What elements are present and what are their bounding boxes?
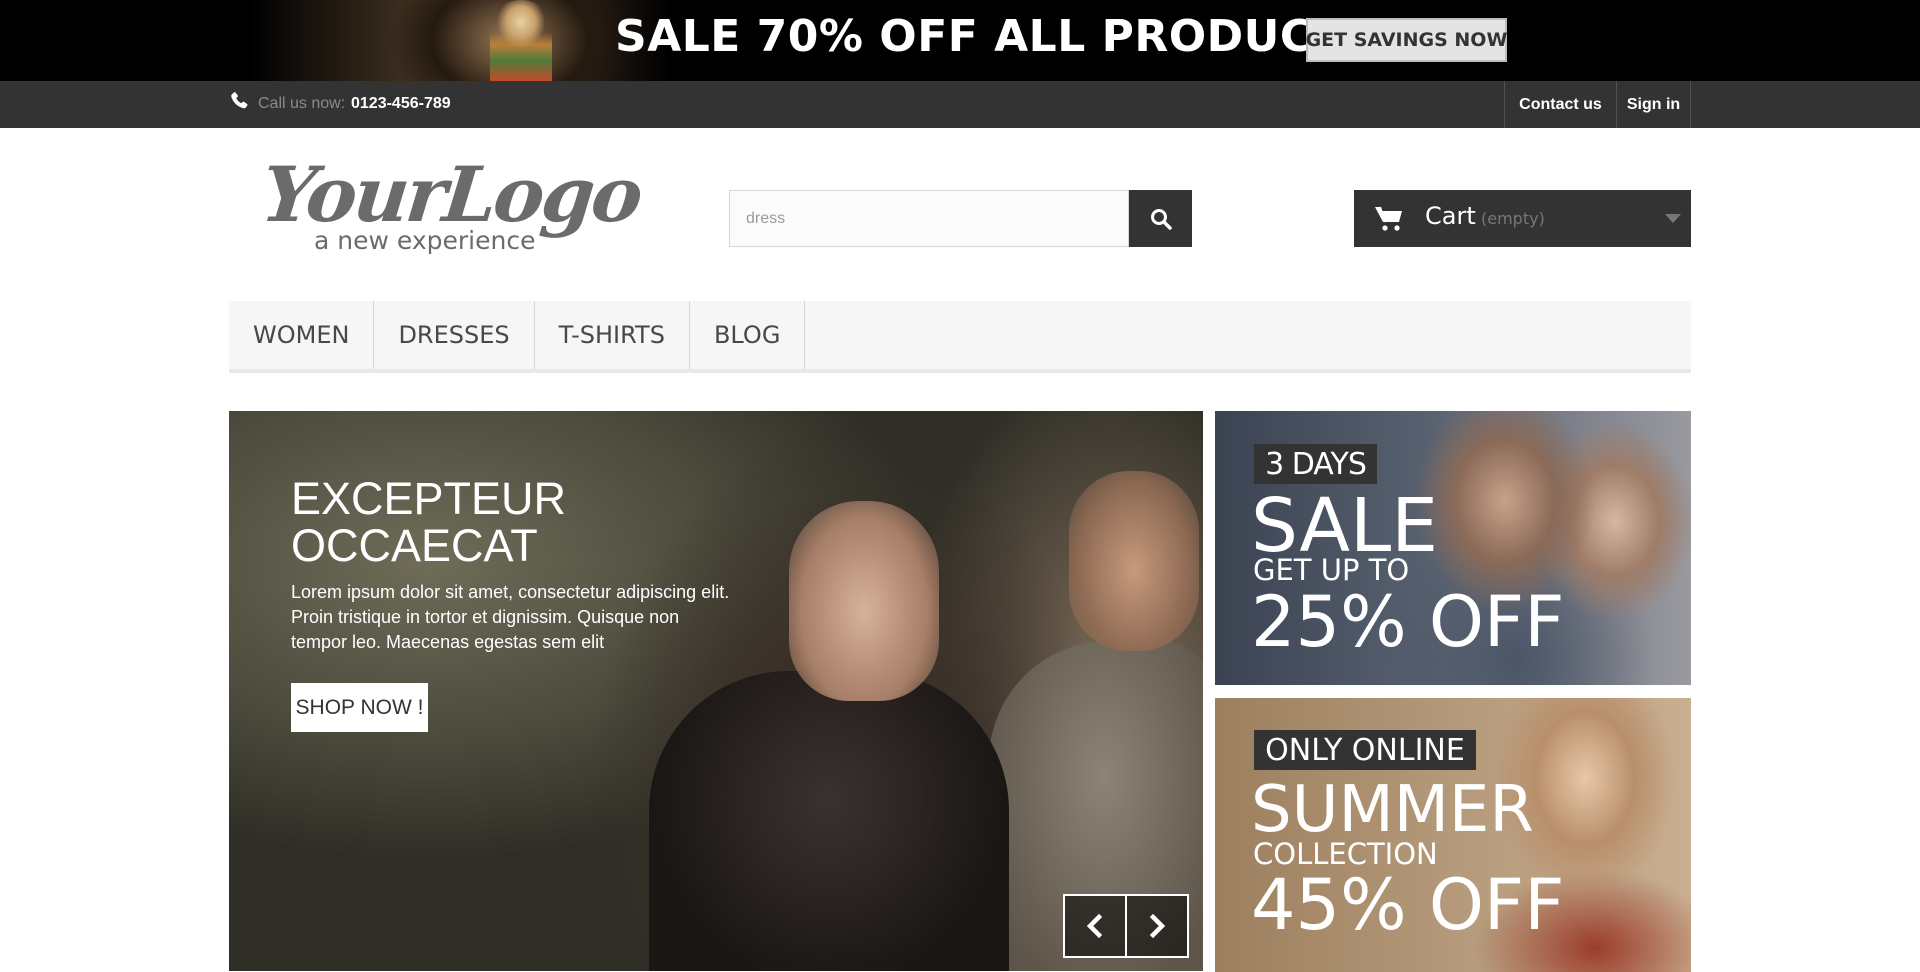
slide-description: Lorem ipsum dolor sit amet, consectetur … [291,582,730,652]
promo-banner-image [250,0,670,81]
search-icon [1150,208,1172,230]
contact-us-link[interactable]: Contact us [1504,81,1616,128]
slider-image-man-face [1069,471,1199,651]
slide-title: EXCEPTEUR OCCAECAT [291,473,567,571]
logo-tagline: a new experience [314,226,536,255]
promo-text: SALE 70% OFF ALL PRODUCTS [615,11,1376,62]
call-us-label: Call us now: [258,95,346,112]
phone-icon [231,92,248,109]
cart-status: (empty) [1481,209,1545,228]
banner-headline: SALE [1251,483,1438,569]
phone-number: 0123-456-789 [351,95,451,112]
shop-now-button[interactable]: SHOP NOW ! [291,683,428,732]
sign-in-link[interactable]: Sign in [1616,81,1691,128]
menu-item-t-shirts[interactable]: T-SHIRTS [535,301,690,369]
sale-banner[interactable]: 3 DAYS SALE GET UP TO 25% OFF [1215,411,1691,685]
slider-next-button[interactable] [1125,894,1189,958]
summer-collection-banner[interactable]: ONLY ONLINE SUMMER COLLECTION 45% OFF [1215,698,1691,972]
banner-tag: 3 DAYS [1254,444,1377,484]
search-input[interactable] [729,190,1129,247]
home-slider[interactable]: EXCEPTEUR OCCAECAT Lorem ipsum dolor sit… [229,411,1203,971]
chevron-left-icon [1086,914,1103,938]
promo-banner[interactable]: SALE 70% OFF ALL PRODUCTS GET SAVINGS NO… [0,0,1920,81]
shopping-cart-icon [1375,206,1402,231]
cart-label: Cart [1425,202,1476,230]
cart-dropdown[interactable]: Cart (empty) [1354,190,1691,247]
menu-item-blog[interactable]: BLOG [690,301,806,369]
banner-discount: 45% OFF [1251,864,1565,946]
banner-tag: ONLY ONLINE [1254,730,1476,770]
menu-item-dresses[interactable]: DRESSES [374,301,535,369]
slider-image-woman [649,671,1009,971]
search-button[interactable] [1129,190,1192,247]
banner-discount: 25% OFF [1251,581,1565,663]
get-savings-button[interactable]: GET SAVINGS NOW [1306,18,1507,62]
slider-image-woman-face [789,501,939,701]
main-menu: WOMEN DRESSES T-SHIRTS BLOG [229,301,1691,373]
chevron-right-icon [1149,914,1166,938]
promo-model-image [490,0,552,81]
site-logo[interactable]: YourLogo a new experience [257,150,644,260]
banner-headline: SUMMER [1251,773,1534,847]
chevron-down-icon [1665,214,1681,223]
menu-item-women[interactable]: WOMEN [229,301,375,369]
slider-prev-button[interactable] [1063,894,1127,958]
